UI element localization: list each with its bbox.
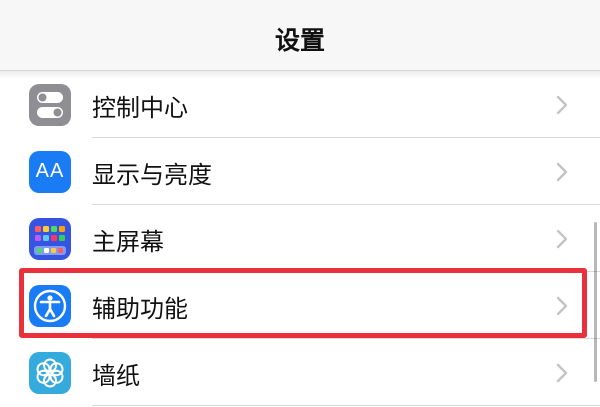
chevron-right-icon (556, 162, 568, 182)
control-center-icon (29, 84, 71, 126)
settings-row-control-center[interactable]: 控制中心 (0, 71, 600, 137)
chevron-right-icon (556, 363, 568, 383)
scroll-indicator[interactable] (594, 222, 597, 382)
settings-row-wallpaper[interactable]: 墙纸 (0, 339, 600, 405)
highlight-box (19, 268, 587, 338)
display-icon-glyph: AA (35, 160, 65, 182)
navigation-bar: 设置 (0, 0, 600, 71)
page-title: 设置 (274, 26, 325, 55)
row-label: 墙纸 (92, 362, 140, 390)
row-separator (92, 405, 600, 406)
settings-row-home-screen[interactable]: 主屏幕 (0, 205, 600, 271)
settings-row-display-brightness[interactable]: AA 显示与亮度 (0, 138, 600, 204)
display-brightness-icon: AA (29, 151, 71, 193)
row-label: 控制中心 (92, 94, 188, 122)
home-screen-icon (29, 218, 71, 260)
chevron-right-icon (556, 95, 568, 115)
row-label: 显示与亮度 (92, 161, 212, 189)
chevron-right-icon (556, 229, 568, 249)
wallpaper-icon (29, 352, 71, 394)
row-label: 主屏幕 (92, 228, 164, 256)
